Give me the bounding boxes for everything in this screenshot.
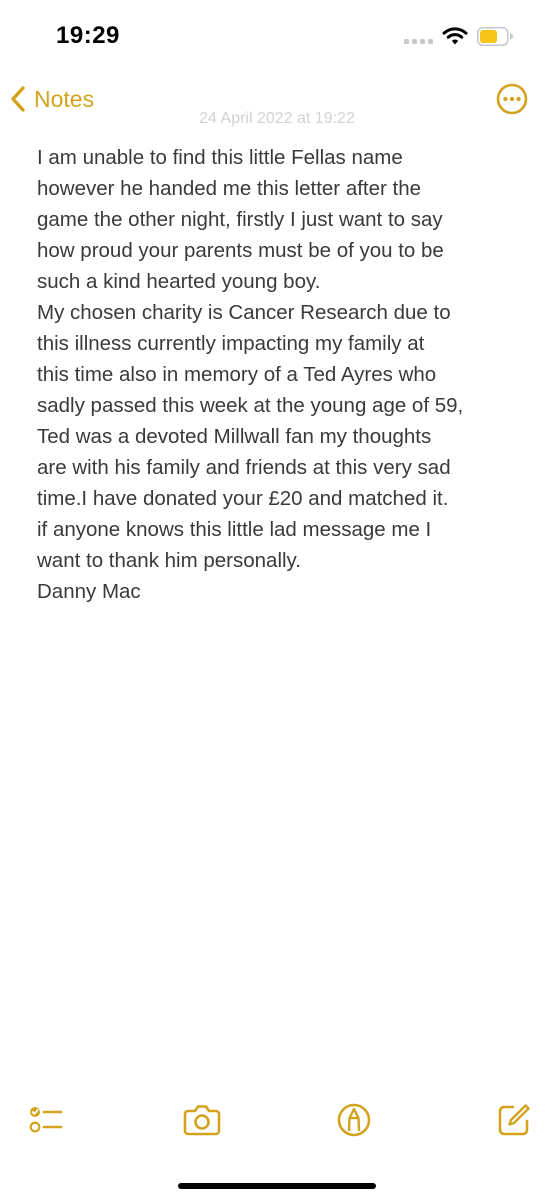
note-line: I am unable to find this little Fellas n… [37, 146, 403, 169]
status-time: 19:29 [56, 22, 120, 49]
note-line: are with his family and friends at this … [37, 456, 451, 479]
status-bar: 19:29 [0, 0, 554, 72]
bottom-toolbar [0, 1098, 554, 1148]
compose-button[interactable] [492, 1098, 536, 1142]
markup-button[interactable] [332, 1098, 376, 1142]
compose-icon [498, 1104, 530, 1136]
checklist-icon [29, 1107, 63, 1133]
note-line: such a kind hearted young boy. [37, 270, 321, 293]
note-date: 24 April 2022 at 19:22 [199, 110, 355, 127]
camera-button[interactable] [180, 1098, 224, 1142]
note-line: My chosen charity is Cancer Research due… [37, 301, 451, 324]
wifi-icon [442, 26, 468, 46]
note-signature: Danny Mac [37, 580, 141, 603]
note-line: if anyone knows this little lad message … [37, 518, 432, 541]
note-line: want to thank him personally. [37, 549, 301, 572]
note-body[interactable]: I am unable to find this little Fellas n… [37, 142, 537, 607]
note-line: game the other night, firstly I just wan… [37, 208, 443, 231]
checklist-button[interactable] [24, 1098, 68, 1142]
camera-icon [183, 1105, 221, 1136]
note-line: time.I have donated your £20 and matched… [37, 487, 449, 510]
cellular-signal-icon [404, 38, 434, 44]
battery-icon [477, 27, 513, 47]
ellipsis-circle-icon [496, 83, 528, 115]
note-line: Ted was a devoted Millwall fan my though… [37, 425, 432, 448]
note-line: this time also in memory of a Ted Ayres … [37, 363, 437, 386]
note-line: however he handed me this letter after t… [37, 177, 422, 200]
home-indicator[interactable] [178, 1183, 376, 1189]
note-line: this illness currently impacting my fami… [37, 332, 425, 355]
note-line: how proud your parents must be of you to… [37, 239, 444, 262]
note-line: sadly passed this week at the young age … [37, 394, 464, 417]
markup-icon [337, 1103, 371, 1137]
back-label: Notes [34, 85, 95, 112]
chevron-left-icon [11, 86, 25, 112]
more-button[interactable] [496, 83, 528, 115]
